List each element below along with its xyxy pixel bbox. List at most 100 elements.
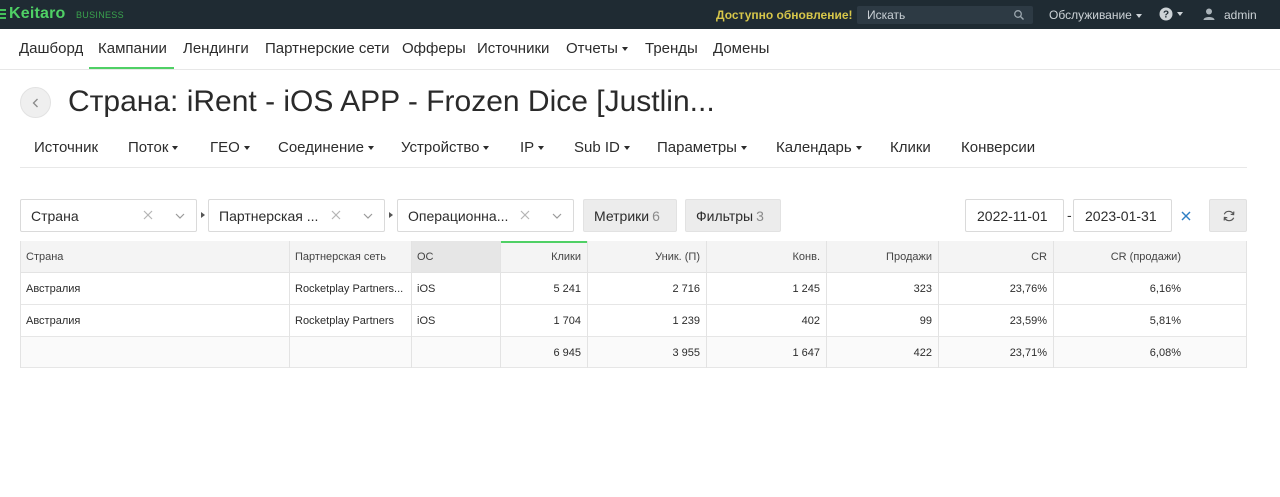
service-menu[interactable]: Обслуживание <box>1049 8 1142 22</box>
menu-icon[interactable] <box>0 9 7 19</box>
column-divider <box>706 241 707 368</box>
tab-conversions[interactable]: Конверсии <box>961 139 1035 156</box>
tab-clicks[interactable]: Клики <box>890 139 931 156</box>
clear-icon[interactable] <box>330 209 342 221</box>
tab-ip[interactable]: IP <box>520 139 545 156</box>
chevron-down-icon <box>172 146 179 151</box>
nav-item-domains[interactable]: Домены <box>713 40 769 57</box>
column-divider <box>826 241 827 368</box>
filters-button-label: Фильтры 3 <box>696 208 764 224</box>
column-divider <box>1246 241 1247 368</box>
tab-source[interactable]: Источник <box>34 139 98 156</box>
refresh-button[interactable] <box>1209 199 1247 232</box>
metrics-count: 6 <box>652 208 660 224</box>
column-header-clicks[interactable]: Клики <box>500 241 587 272</box>
cell-sales: 323 <box>913 283 932 295</box>
tab-parameters[interactable]: Параметры <box>657 139 747 156</box>
total-cr-sales: 6,08% <box>1149 347 1181 359</box>
metrics-button[interactable]: Метрики 6 <box>583 199 677 232</box>
search-icon[interactable] <box>1013 9 1025 21</box>
grouping-select-3[interactable]: Операционна... <box>397 199 574 232</box>
clear-icon[interactable] <box>519 209 531 221</box>
cell-cr: 23,76% <box>1009 283 1047 295</box>
chevron-right-icon <box>201 212 205 218</box>
cell-affiliate-network: Rocketplay Partners <box>295 315 395 327</box>
update-notice-link[interactable]: Доступно обновление! <box>716 8 853 22</box>
user-name: admin <box>1224 8 1257 22</box>
help-menu[interactable]: ? <box>1159 7 1184 21</box>
column-divider <box>289 241 290 368</box>
service-menu-label: Обслуживание <box>1049 8 1132 22</box>
total-cr: 23,71% <box>1009 347 1047 359</box>
table-header-row: Страна Партнерская сеть ОС Клики Уник. (… <box>20 241 1247 273</box>
refresh-icon <box>1223 210 1235 222</box>
tab-geo-label: ГЕО <box>210 139 240 156</box>
grouping-select-2[interactable]: Партнерская ... <box>208 199 385 232</box>
cell-os: iOS <box>417 283 436 295</box>
nav-item-trends[interactable]: Тренды <box>645 40 698 57</box>
nav-item-reports[interactable]: Отчеты <box>566 40 628 57</box>
tab-calendar-label: Календарь <box>776 139 852 156</box>
tab-parameters-label: Параметры <box>657 139 737 156</box>
chevron-down-icon <box>740 146 747 151</box>
filters-button[interactable]: Фильтры 3 <box>685 199 781 232</box>
column-header-os[interactable]: ОС <box>411 241 500 272</box>
nav-item-offers[interactable]: Офферы <box>402 40 466 57</box>
tab-device[interactable]: Устройство <box>401 139 490 156</box>
back-button[interactable] <box>20 87 51 118</box>
metrics-button-label: Метрики 6 <box>594 208 660 224</box>
date-from-input[interactable]: 2022-11-01 <box>965 199 1064 232</box>
svg-text:?: ? <box>1163 10 1169 21</box>
column-divider <box>938 241 939 368</box>
tab-geo[interactable]: ГЕО <box>210 139 250 156</box>
tab-connection[interactable]: Соединение <box>278 139 374 156</box>
column-header-cr[interactable]: CR <box>938 241 1053 272</box>
report-tabs: Источник Поток ГЕО Соединение Устройство… <box>20 129 1247 168</box>
total-unique-clicks: 3 955 <box>672 347 700 359</box>
chevron-down-icon[interactable] <box>174 210 186 222</box>
nav-item-reports-label: Отчеты <box>566 40 618 57</box>
chevron-right-icon <box>389 212 393 218</box>
tab-sub-id[interactable]: Sub ID <box>574 139 630 156</box>
logo[interactable]: Keitaro <box>9 5 66 23</box>
chevron-left-icon <box>32 98 38 108</box>
column-header-cr-sales[interactable]: CR (продажи) <box>1053 241 1187 272</box>
cell-cr-sales: 6,16% <box>1149 283 1181 295</box>
grouping-value: Партнерская ... <box>219 208 319 224</box>
chevron-down-icon[interactable] <box>551 210 563 222</box>
search-input[interactable] <box>857 6 1007 24</box>
total-country <box>20 337 290 367</box>
metrics-label: Метрики <box>594 208 650 224</box>
grouping-select-1[interactable]: Страна <box>20 199 197 232</box>
nav-item-dashboard[interactable]: Дашборд <box>19 40 83 57</box>
column-header-affiliate-network[interactable]: Партнерская сеть <box>289 241 411 272</box>
top-bar: Keitaro BUSINESS Доступно обновление! Об… <box>0 0 1280 29</box>
clear-icon[interactable] <box>142 209 154 221</box>
chevron-down-icon[interactable] <box>362 210 374 222</box>
tab-calendar[interactable]: Календарь <box>776 139 862 156</box>
chevron-down-icon <box>1135 13 1142 18</box>
column-header-country[interactable]: Страна <box>20 241 290 272</box>
clear-dates-icon[interactable] <box>1180 210 1192 222</box>
edition-label: BUSINESS <box>76 10 124 20</box>
date-to-input[interactable]: 2023-01-31 <box>1073 199 1172 232</box>
total-affiliate-network <box>289 337 411 367</box>
column-header-sales[interactable]: Продажи <box>826 241 938 272</box>
nav-item-landings[interactable]: Лендинги <box>183 40 249 57</box>
total-sales: 422 <box>913 347 932 359</box>
cell-country: Австралия <box>26 283 81 295</box>
nav-item-campaigns[interactable]: Кампании <box>98 40 167 57</box>
column-header-conversions[interactable]: Конв. <box>706 241 826 272</box>
main-nav: Дашборд Кампании Лендинги Партнерские се… <box>0 29 1280 70</box>
table-row[interactable]: Австралия Rocketplay Partners... iOS 5 2… <box>20 273 1247 305</box>
tab-stream-label: Поток <box>128 139 169 156</box>
nav-item-affiliate-networks[interactable]: Партнерские сети <box>265 40 390 57</box>
column-header-unique-clicks[interactable]: Уник. (П) <box>587 241 706 272</box>
column-divider <box>1053 241 1054 368</box>
column-divider <box>500 241 501 368</box>
tab-stream[interactable]: Поток <box>128 139 179 156</box>
nav-item-sources[interactable]: Источники <box>477 40 549 57</box>
table-row[interactable]: Австралия Rocketplay Partners iOS 1 704 … <box>20 305 1247 337</box>
column-divider <box>587 241 588 368</box>
chevron-down-icon <box>623 146 630 151</box>
